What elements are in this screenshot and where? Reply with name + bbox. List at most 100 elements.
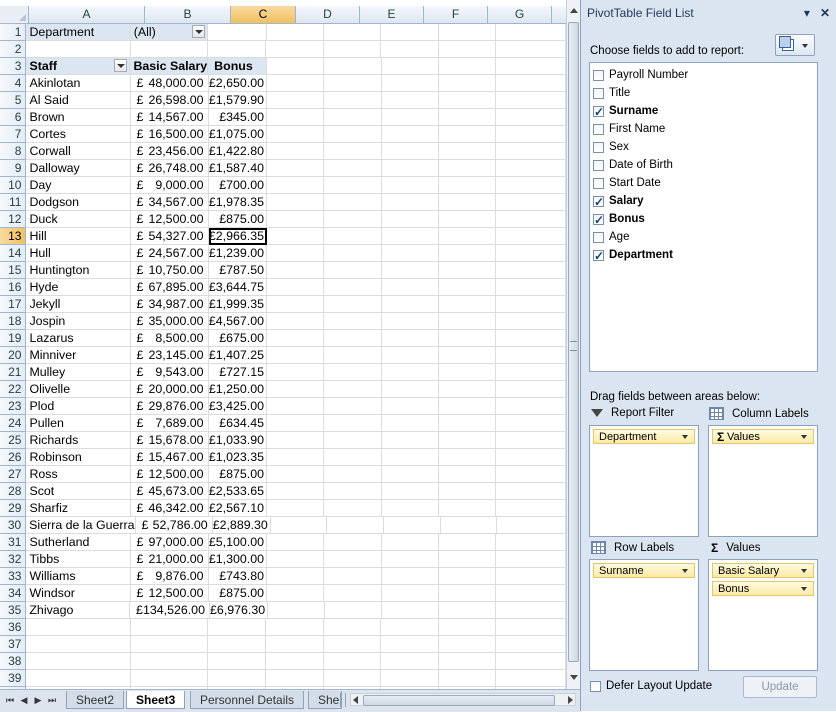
cell[interactable]	[496, 75, 566, 92]
bonus-cell[interactable]: £875.00	[208, 466, 267, 483]
cell[interactable]	[496, 534, 566, 551]
field-item[interactable]: First Name	[593, 120, 665, 138]
cell[interactable]	[266, 500, 325, 517]
basic-salary-cell[interactable]: £23,456.00	[130, 143, 209, 160]
row-header[interactable]: 28	[0, 483, 27, 500]
cell[interactable]	[381, 670, 439, 687]
cell[interactable]	[324, 92, 382, 109]
cell[interactable]	[496, 296, 566, 313]
bonus-cell[interactable]: £1,033.90	[208, 432, 267, 449]
field-checkbox[interactable]	[593, 103, 604, 121]
cell[interactable]	[324, 500, 382, 517]
basic-salary-cell[interactable]: £48,000.00	[130, 75, 209, 92]
cell[interactable]	[266, 364, 325, 381]
cell[interactable]	[381, 449, 439, 466]
cell[interactable]	[324, 194, 382, 211]
basic-salary-cell[interactable]: £21,000.00	[130, 551, 209, 568]
cell[interactable]	[268, 602, 326, 619]
cell[interactable]	[324, 296, 382, 313]
vertical-scrollbar[interactable]	[566, 0, 580, 689]
cell[interactable]	[130, 653, 208, 670]
cell[interactable]	[496, 381, 566, 398]
cell[interactable]	[266, 177, 325, 194]
cell[interactable]	[438, 551, 497, 568]
cell[interactable]	[438, 313, 497, 330]
column-header-f[interactable]: F	[424, 6, 488, 23]
cell[interactable]	[381, 585, 439, 602]
cell[interactable]	[381, 364, 439, 381]
cell[interactable]	[496, 126, 566, 143]
basic-salary-header-cell[interactable]: Basic Salary	[130, 58, 209, 75]
basic-salary-cell[interactable]: £12,500.00	[130, 211, 209, 228]
field-item[interactable]: Bonus	[593, 210, 645, 229]
cell[interactable]	[496, 398, 566, 415]
cell[interactable]	[266, 313, 325, 330]
sheet-tab-sheet3[interactable]: Sheet3	[126, 691, 186, 709]
cell[interactable]	[323, 636, 382, 653]
cell[interactable]	[323, 619, 382, 636]
bonus-cell[interactable]: £345.00	[208, 109, 267, 126]
basic-salary-cell[interactable]: £45,673.00	[130, 483, 209, 500]
basic-salary-cell[interactable]: £12,500.00	[130, 585, 209, 602]
cell[interactable]	[381, 296, 439, 313]
row-header[interactable]: 14	[0, 245, 27, 262]
column-header-a[interactable]: A	[29, 6, 145, 23]
staff-cell[interactable]: Jekyll	[26, 296, 131, 313]
cell[interactable]	[266, 24, 324, 41]
bonus-cell[interactable]: £3,425.00	[208, 398, 267, 415]
basic-salary-cell[interactable]: £20,000.00	[130, 381, 209, 398]
bonus-cell[interactable]: £787.50	[208, 262, 267, 279]
row-header[interactable]: 3	[0, 58, 27, 75]
cell[interactable]	[438, 653, 497, 670]
cell[interactable]	[325, 602, 383, 619]
row-header[interactable]: 33	[0, 568, 27, 585]
cell[interactable]	[381, 245, 439, 262]
cell[interactable]	[26, 670, 131, 687]
cell[interactable]	[207, 636, 267, 653]
row-header[interactable]: 20	[0, 347, 27, 364]
cell[interactable]	[438, 364, 497, 381]
update-button[interactable]: Update	[743, 676, 817, 698]
bonus-cell[interactable]: £1,023.35	[208, 449, 267, 466]
field-checkbox[interactable]	[593, 193, 604, 211]
cell[interactable]	[496, 551, 566, 568]
field-item[interactable]: Salary	[593, 192, 644, 211]
staff-cell[interactable]: Windsor	[26, 585, 131, 602]
cell[interactable]	[438, 449, 497, 466]
cell[interactable]	[438, 296, 497, 313]
sheet-tab-truncated[interactable]: She	[308, 691, 342, 709]
bonus-cell[interactable]: £700.00	[208, 177, 267, 194]
row-header[interactable]: 35	[0, 602, 27, 619]
basic-salary-cell[interactable]: £15,467.00	[130, 449, 209, 466]
staff-cell[interactable]: Robinson	[26, 449, 131, 466]
bonus-cell[interactable]: £2,533.65	[208, 483, 267, 500]
basic-salary-cell[interactable]: £12,500.00	[130, 466, 209, 483]
column-header-b[interactable]: B	[145, 6, 231, 23]
bonus-cell[interactable]: £2,650.00	[208, 75, 267, 92]
cell[interactable]	[381, 636, 439, 653]
row-header[interactable]: 12	[0, 211, 27, 228]
cell[interactable]	[266, 92, 325, 109]
cell[interactable]	[496, 347, 566, 364]
cell[interactable]	[324, 245, 382, 262]
row-header[interactable]: 19	[0, 330, 27, 347]
field-item[interactable]: Title	[593, 84, 630, 102]
cell[interactable]	[381, 347, 439, 364]
staff-cell[interactable]: Dalloway	[26, 160, 131, 177]
field-item[interactable]: Surname	[593, 102, 658, 121]
cell[interactable]	[496, 109, 566, 126]
cell[interactable]	[266, 245, 325, 262]
cell[interactable]	[438, 143, 497, 160]
cell[interactable]	[266, 211, 325, 228]
cell[interactable]	[496, 670, 566, 687]
cell[interactable]	[438, 126, 497, 143]
basic-salary-cell[interactable]: £54,327.00	[130, 228, 209, 245]
cell[interactable]	[266, 619, 324, 636]
defer-layout-update[interactable]: Defer Layout Update	[590, 680, 712, 692]
basic-salary-cell[interactable]: £10,750.00	[130, 262, 209, 279]
bonus-cell[interactable]: £1,250.00	[208, 381, 267, 398]
cell[interactable]	[381, 109, 439, 126]
filter-label-cell[interactable]: Department	[26, 24, 131, 41]
staff-cell[interactable]: Duck	[26, 211, 131, 228]
cell[interactable]	[381, 177, 439, 194]
